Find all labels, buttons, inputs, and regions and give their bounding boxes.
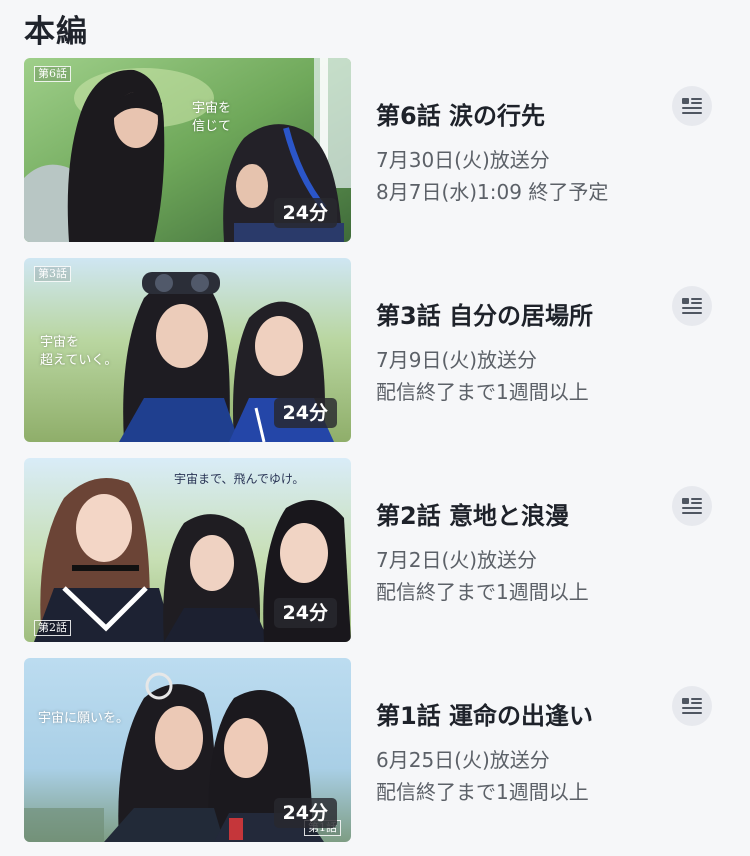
- episode-thumbnail[interactable]: 第1話 宇宙に願いを。 24分: [24, 658, 351, 842]
- availability-text: 配信終了まで1週間以上: [376, 780, 589, 804]
- episode-thumbnail[interactable]: 第2話 宇宙まで、飛んでゆけ。 24分: [24, 458, 351, 642]
- episode-title[interactable]: 第1話 運命の出逢い: [376, 696, 593, 731]
- episode-item-3[interactable]: 第3話 宇宙を 超えていく。 24分 第3話 自分の居場所 7月9日(火)放送分…: [24, 258, 724, 442]
- duration-badge: 24分: [273, 198, 337, 228]
- episode-detail-button[interactable]: [672, 486, 712, 526]
- episode-detail-button[interactable]: [672, 86, 712, 126]
- thumbnail-caption: 宇宙を 信じて: [192, 101, 232, 134]
- episode-title[interactable]: 第6話 涙の行先: [376, 96, 545, 131]
- broadcast-date: 7月9日(火)放送分: [376, 348, 538, 372]
- episode-detail-button[interactable]: [672, 286, 712, 326]
- duration-badge: 24分: [273, 798, 337, 828]
- episode-title[interactable]: 第3話 自分の居場所: [376, 296, 593, 331]
- availability-text: 8月7日(水)1:09 終了予定: [376, 180, 609, 204]
- duration-badge: 24分: [273, 398, 337, 428]
- article-list-icon: [682, 98, 702, 114]
- article-list-icon: [682, 498, 702, 514]
- thumbnail-caption: 宇宙に願いを。: [38, 711, 130, 726]
- availability-text: 配信終了まで1週間以上: [376, 580, 589, 604]
- thumbnail-caption: 宇宙まで、飛んでゆけ。: [174, 472, 305, 486]
- episode-item-2[interactable]: 第2話 宇宙まで、飛んでゆけ。 24分 第2話 意地と浪漫 7月2日(火)放送分…: [24, 458, 724, 642]
- broadcast-date: 6月25日(火)放送分: [376, 748, 550, 772]
- episode-tag: 第6話: [34, 66, 71, 82]
- episode-tag: 第3話: [34, 266, 71, 282]
- episode-item-6[interactable]: 第6話 宇宙を 信じて 24分 第6話 涙の行先 7月30日(火)放送分 8月7…: [24, 58, 724, 242]
- episode-thumbnail[interactable]: 第3話 宇宙を 超えていく。 24分: [24, 258, 351, 442]
- episode-detail-button[interactable]: [672, 686, 712, 726]
- thumbnail-caption: 宇宙を 超えていく。: [40, 335, 118, 368]
- broadcast-date: 7月2日(火)放送分: [376, 548, 538, 572]
- broadcast-date: 7月30日(火)放送分: [376, 148, 550, 172]
- article-list-icon: [682, 698, 702, 714]
- episode-title[interactable]: 第2話 意地と浪漫: [376, 496, 569, 531]
- episode-thumbnail[interactable]: 第6話 宇宙を 信じて 24分: [24, 58, 351, 242]
- article-list-icon: [682, 298, 702, 314]
- availability-text: 配信終了まで1週間以上: [376, 380, 589, 404]
- section-title: 本編: [24, 14, 88, 50]
- duration-badge: 24分: [273, 598, 337, 628]
- episode-item-1[interactable]: 第1話 宇宙に願いを。 24分 第1話 運命の出逢い 6月25日(火)放送分 配…: [24, 658, 724, 842]
- episode-tag: 第2話: [34, 620, 71, 636]
